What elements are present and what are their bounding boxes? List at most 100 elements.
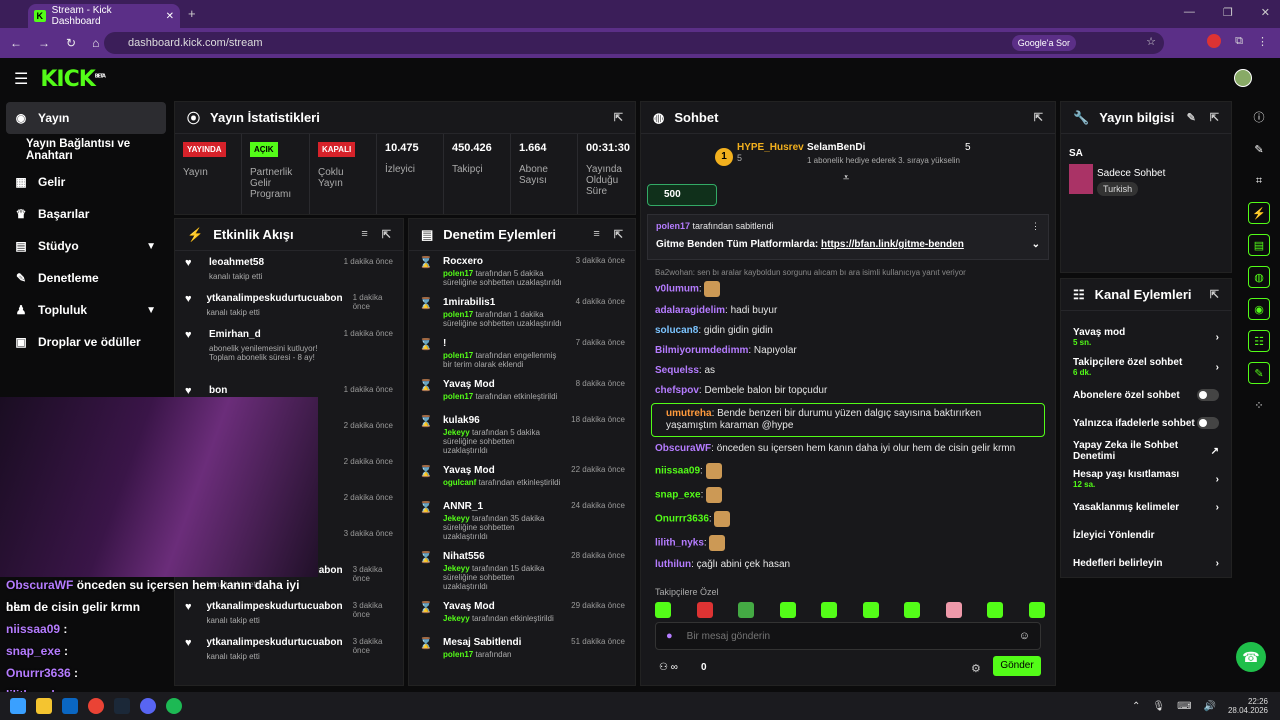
minimize-icon[interactable]: — [1184,6,1195,19]
banned-words-row[interactable]: Yasaklanmış kelimeler › [1061,493,1231,521]
mod-target[interactable]: Nihat556 [443,551,561,562]
community-icon[interactable]: ⁘ [1248,394,1270,416]
emote-only-toggle[interactable] [1197,417,1219,429]
filter-icon[interactable]: ≡ [361,228,367,241]
kicks-goal[interactable]: 500 [647,184,717,206]
emote-icon[interactable] [1028,602,1045,618]
sidebar-item-basarilar[interactable]: ♛ Başarılar [0,198,172,230]
pin-icon[interactable]: ⋮ [1031,221,1040,232]
chat-username[interactable]: v0lumum [655,284,699,295]
close-tab-icon[interactable]: ✕ [166,11,174,22]
chat-username[interactable]: lilith_nyks [655,538,704,549]
emote-icon[interactable] [655,602,671,618]
mod-target[interactable]: Yavaş Mod [443,601,561,612]
activity-user[interactable]: leoahmet58 [209,257,334,268]
sliders-icon[interactable]: ☷ [1248,330,1270,352]
network-icon[interactable]: ⌨ [1177,701,1191,712]
chat-username[interactable]: snap_exe [655,490,701,501]
chat-username[interactable]: Onurrr3636 [655,514,709,525]
home-icon[interactable]: ⌂ [92,36,99,50]
settings-gear-icon[interactable]: ⚙ [971,662,981,675]
sidebar-item-droplar[interactable]: ▣ Droplar ve ödüller [0,326,172,358]
file-explorer-icon[interactable] [36,698,52,714]
chat-username[interactable]: Bilmiyorumdedimm [655,345,748,356]
popout-icon[interactable]: ⇱ [1034,111,1043,124]
filter-icon[interactable]: ≡ [593,228,599,241]
emote-icon[interactable] [738,602,755,618]
sidebar-item-topluluk[interactable]: ♟ Topluluk ▼ [0,294,172,326]
new-tab-icon[interactable]: + [188,6,196,21]
account-age-row[interactable]: Hesap yaşı kısıtlaması 12 sa. › [1061,465,1231,493]
mod-target[interactable]: kulak96 [443,415,561,426]
outlook-icon[interactable] [62,698,78,714]
chat-username[interactable]: adalaragidelim [655,305,725,316]
support-headset-icon[interactable]: ☎ [1236,642,1266,672]
extensions-puzzle-icon[interactable]: ⧉ [1235,35,1243,48]
sidebar-item-gelir[interactable]: ▦ Gelir [0,166,172,198]
category-name[interactable]: Sadece Sohbet [1097,168,1165,179]
mod-target[interactable]: Yavaş Mod [443,465,561,476]
emote-icon[interactable] [779,602,796,618]
mod-target[interactable]: 1mirabilis1 [443,297,566,308]
popout-icon[interactable]: ⇱ [614,111,623,124]
forward-icon[interactable]: → [38,36,50,50]
subs-only-row[interactable]: Abonelere özel sohbet [1061,381,1231,409]
hamburger-menu-icon[interactable]: ☰ [14,69,28,89]
popout-icon[interactable]: ⇱ [1210,288,1219,301]
chat-username[interactable]: ObscuraWF [655,443,711,454]
crop-icon[interactable]: ⌗ [1248,170,1270,192]
mod-target[interactable]: Rocxero [443,256,566,267]
tray-chevron-icon[interactable]: ⌃ [1132,701,1140,712]
window-close-icon[interactable]: ✕ [1261,6,1270,19]
wrench-icon[interactable]: ✎ [1248,362,1270,384]
activity-user[interactable]: ytkanalimpeskudurtucuabon [206,293,342,304]
spotify-icon[interactable] [166,698,182,714]
maximize-icon[interactable]: ❐ [1223,6,1233,19]
lightning-icon[interactable]: ⚡ [1248,202,1270,224]
mic-icon[interactable]: 🎙 [1152,701,1165,712]
emote-icon[interactable] [904,602,921,618]
emote-only-row[interactable]: Yalnızca ifadelerle sohbet [1061,409,1231,437]
log-icon[interactable]: ▤ [1248,234,1270,256]
activity-user[interactable]: Emirhan_d [209,329,334,340]
popout-icon[interactable]: ⇱ [614,228,623,241]
activity-user[interactable]: bon [209,385,334,396]
mod-target[interactable]: Mesaj Sabitlendi [443,637,561,648]
mic-icon[interactable]: ● [666,630,673,642]
edit-icon[interactable]: ✎ [1187,111,1196,124]
kick-logo[interactable]: KICKBETA [40,67,106,92]
volume-icon[interactable]: 🔊 [1204,701,1216,712]
chat-username[interactable]: luthilun [655,559,691,570]
sidebar-item-studyo[interactable]: ▤ Stüdyo ▼ [0,230,172,262]
sidebar-item-yayin[interactable]: ◉ Yayın [6,102,166,134]
extension-icon[interactable] [1207,34,1222,48]
chat-username[interactable]: niissaa09 [655,466,700,477]
info-icon[interactable]: ⓘ [1248,106,1270,128]
discord-icon[interactable] [140,698,156,714]
expand-leaderboard-icon[interactable]: ⩡ [843,172,849,185]
mod-target[interactable]: ! [443,338,566,349]
bookmark-star-icon[interactable]: ☆ [1146,35,1156,48]
emoji-icon[interactable]: ☺ [1019,630,1030,642]
ai-moderation-row[interactable]: Yapay Zeka ile Sohbet Denetimi ↗ [1061,437,1231,465]
sidebar-item-denetleme[interactable]: ✎ Denetleme [0,262,172,294]
url-field[interactable]: dashboard.kick.com/stream Google'a Sor ☆ [104,32,1164,54]
pinned-message[interactable]: polen17 tarafından sabitlendi ⋮ Gitme Ben… [647,214,1049,260]
google-sor-button[interactable]: Google'a Sor [1011,35,1076,51]
broadcast-icon[interactable]: ◉ [1248,298,1270,320]
emote-icon[interactable] [862,602,879,618]
chat-username[interactable]: Sequelss [655,365,699,376]
user-avatar[interactable] [1234,69,1252,87]
subs-only-toggle[interactable] [1197,389,1219,401]
steam-icon[interactable] [114,698,130,714]
popout-icon[interactable]: ⇱ [382,228,391,241]
channel-points-icon[interactable]: ⚇ ∞ [659,662,678,673]
sidebar-item-stream-key[interactable]: Yayın Bağlantısı ve Anahtarı [0,134,172,166]
pinned-link[interactable]: https://bfan.link/gitme-benden [821,239,964,250]
emote-icon[interactable] [696,602,713,618]
followers-only-row[interactable]: Takipçilere özel sohbet 6 dk. › [1061,353,1231,381]
chrome-icon[interactable] [88,698,104,714]
pencil-icon[interactable]: ✎ [1248,138,1270,160]
raid-row[interactable]: İzleyici Yönlendir [1061,521,1231,549]
chat-username[interactable]: umutreha [666,408,712,419]
